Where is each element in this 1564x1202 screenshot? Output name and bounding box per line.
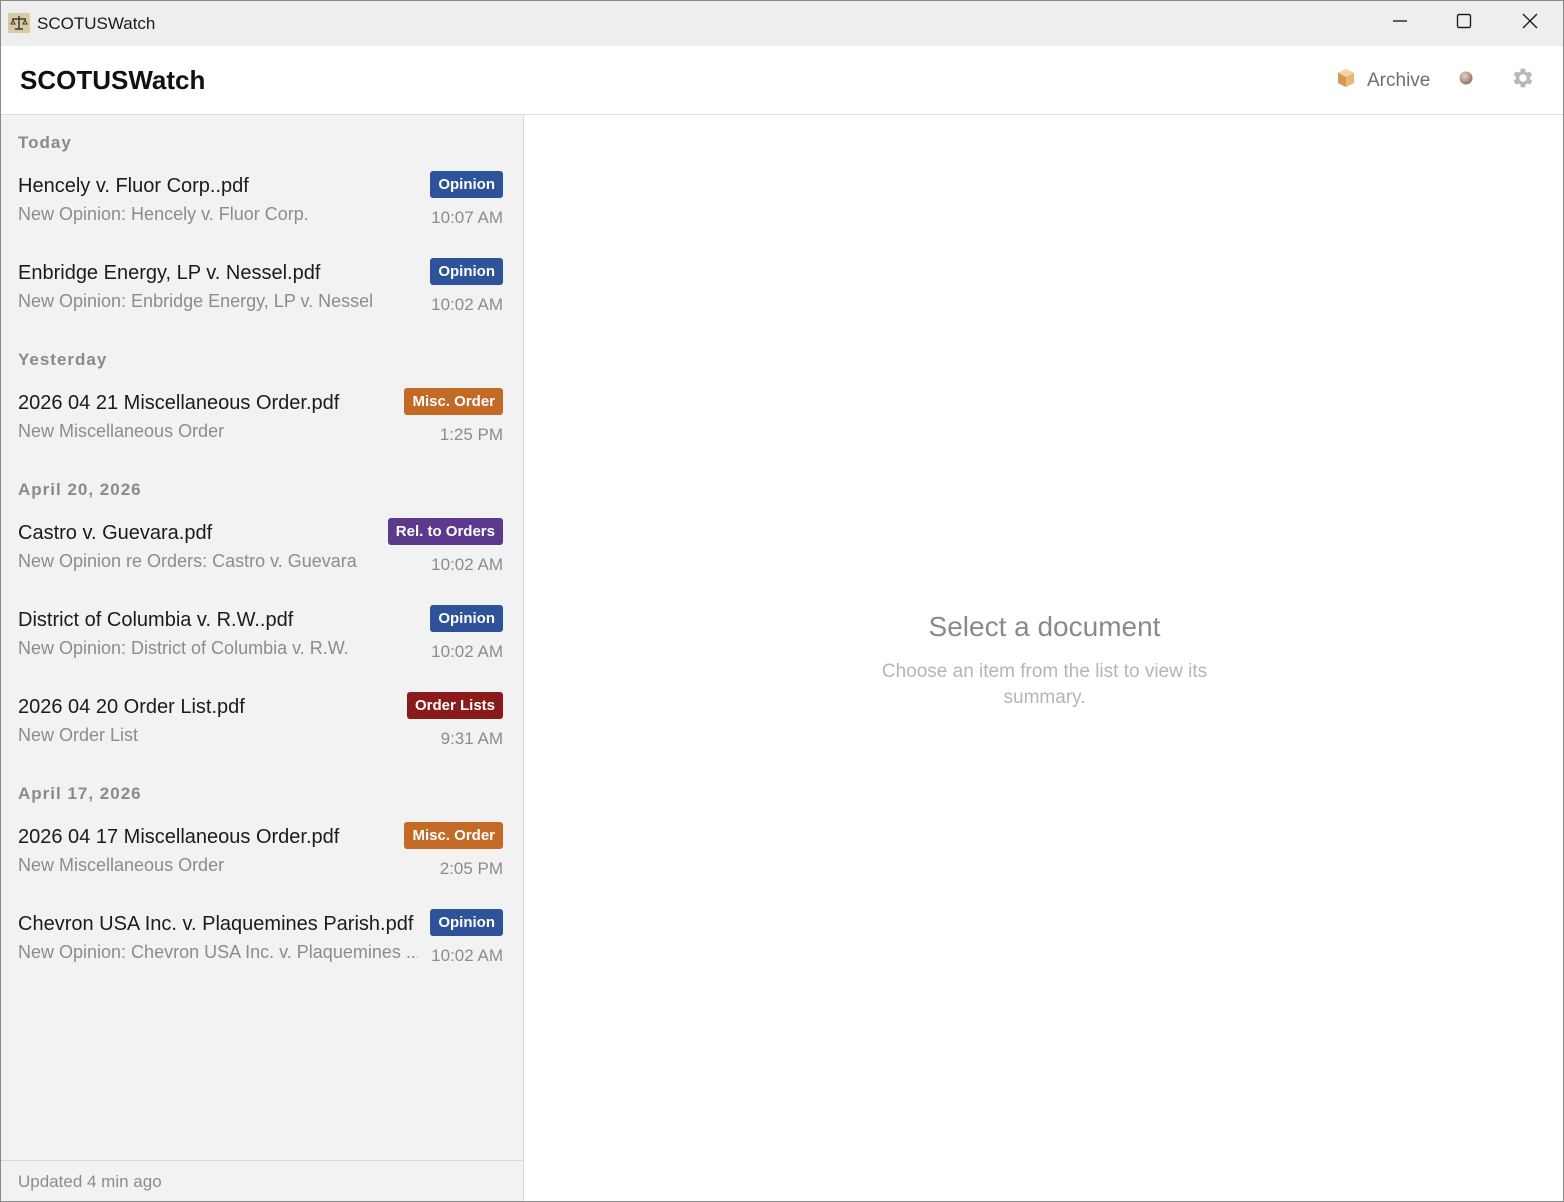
document-time: 1:25 PM <box>439 425 503 444</box>
section-label-april-20: April 20, 2026 <box>18 480 142 499</box>
last-updated-status: Updated 4 min ago <box>18 1172 162 1191</box>
maximize-icon <box>1456 13 1472 34</box>
document-time: 9:31 AM <box>440 729 503 748</box>
document-type-badge: Misc. Order <box>404 388 503 415</box>
document-item[interactable]: 2026 04 17 Miscellaneous Order.pdf New M… <box>1 822 523 902</box>
section-label-yesterday: Yesterday <box>18 350 108 369</box>
status-indicator-button[interactable] <box>1455 70 1477 92</box>
document-title: 2026 04 21 Miscellaneous Order.pdf <box>18 392 340 414</box>
document-subtitle: New Opinion: Enbridge Energy, LP v. Ness… <box>18 291 374 311</box>
sidebar-footer: Updated 4 min ago <box>1 1160 523 1201</box>
document-item[interactable]: Chevron USA Inc. v. Plaquemines Parish.p… <box>1 909 523 989</box>
document-time: 10:02 AM <box>431 642 503 661</box>
document-title: 2026 04 17 Miscellaneous Order.pdf <box>18 826 340 848</box>
archive-button[interactable]: Archive <box>1335 66 1430 96</box>
document-type-badge: Opinion <box>430 909 503 936</box>
empty-state-description: Choose an item from the list to view its… <box>881 661 1208 708</box>
document-item[interactable]: 2026 04 20 Order List.pdf New Order List… <box>1 692 523 772</box>
document-title: Castro v. Guevara.pdf <box>18 522 213 544</box>
gear-icon <box>1510 65 1536 96</box>
window-title: SCOTUSWatch <box>37 14 156 33</box>
document-subtitle: New Opinion: Chevron USA Inc. v. Plaquem… <box>18 942 418 962</box>
section-label-today: Today <box>18 133 72 152</box>
document-time: 10:02 AM <box>431 555 503 574</box>
document-subtitle: New Opinion: Hencely v. Fluor Corp. <box>18 204 309 224</box>
empty-state-title: Select a document <box>928 611 1161 642</box>
maximize-button[interactable] <box>1432 1 1496 46</box>
document-item[interactable]: Hencely v. Fluor Corp..pdf New Opinion: … <box>1 171 523 251</box>
minimize-icon <box>1392 13 1408 34</box>
document-type-badge: Opinion <box>430 605 503 632</box>
document-subtitle: New Opinion re Orders: Castro v. Guevara <box>18 551 357 571</box>
document-subtitle: New Order List <box>18 725 139 745</box>
document-title: 2026 04 20 Order List.pdf <box>18 696 245 718</box>
document-time: 10:02 AM <box>431 295 503 314</box>
document-title: District of Columbia v. R.W..pdf <box>18 609 294 631</box>
app-header: SCOTUSWatch Archive <box>1 46 1563 115</box>
document-list-sidebar[interactable]: Today Hencely v. Fluor Corp..pdf New Opi… <box>1 115 524 1201</box>
app-title: SCOTUSWatch <box>20 65 206 95</box>
status-dot-icon <box>1457 70 1475 93</box>
document-title: Chevron USA Inc. v. Plaquemines Parish.p… <box>18 913 414 935</box>
close-button[interactable] <box>1498 1 1562 46</box>
close-icon <box>1521 12 1539 35</box>
document-type-badge: Opinion <box>430 171 503 198</box>
document-type-badge: Order Lists <box>406 692 503 719</box>
document-item[interactable]: Enbridge Energy, LP v. Nessel.pdf New Op… <box>1 258 523 338</box>
document-item[interactable]: 2026 04 21 Miscellaneous Order.pdf New M… <box>1 388 523 468</box>
document-type-badge: Misc. Order <box>404 822 503 849</box>
document-type-badge: Opinion <box>430 258 503 285</box>
section-label-april-17: April 17, 2026 <box>18 784 142 803</box>
settings-button[interactable] <box>1509 66 1537 94</box>
document-item[interactable]: Castro v. Guevara.pdf New Opinion re Ord… <box>1 518 523 598</box>
archive-box-icon <box>1335 67 1357 95</box>
app-window: SCOTUSWatch SCOTUSWatch Archive Today He… <box>0 0 1564 1202</box>
document-time: 10:02 AM <box>431 946 503 965</box>
minimize-button[interactable] <box>1368 1 1432 46</box>
document-title: Hencely v. Fluor Corp..pdf <box>18 175 249 197</box>
document-subtitle: New Miscellaneous Order <box>18 855 225 875</box>
archive-label: Archive <box>1367 70 1431 91</box>
document-title: Enbridge Energy, LP v. Nessel.pdf <box>18 262 321 284</box>
document-subtitle: New Miscellaneous Order <box>18 421 225 441</box>
scales-app-icon <box>8 13 30 33</box>
document-detail-panel: Select a document Choose an item from th… <box>524 115 1563 1201</box>
document-subtitle: New Opinion: District of Columbia v. R.W… <box>18 638 349 658</box>
document-item[interactable]: District of Columbia v. R.W..pdf New Opi… <box>1 605 523 685</box>
document-time: 2:05 PM <box>439 859 503 878</box>
document-time: 10:07 AM <box>431 208 503 227</box>
document-type-badge: Rel. to Orders <box>387 518 503 545</box>
title-bar: SCOTUSWatch <box>1 1 1563 46</box>
